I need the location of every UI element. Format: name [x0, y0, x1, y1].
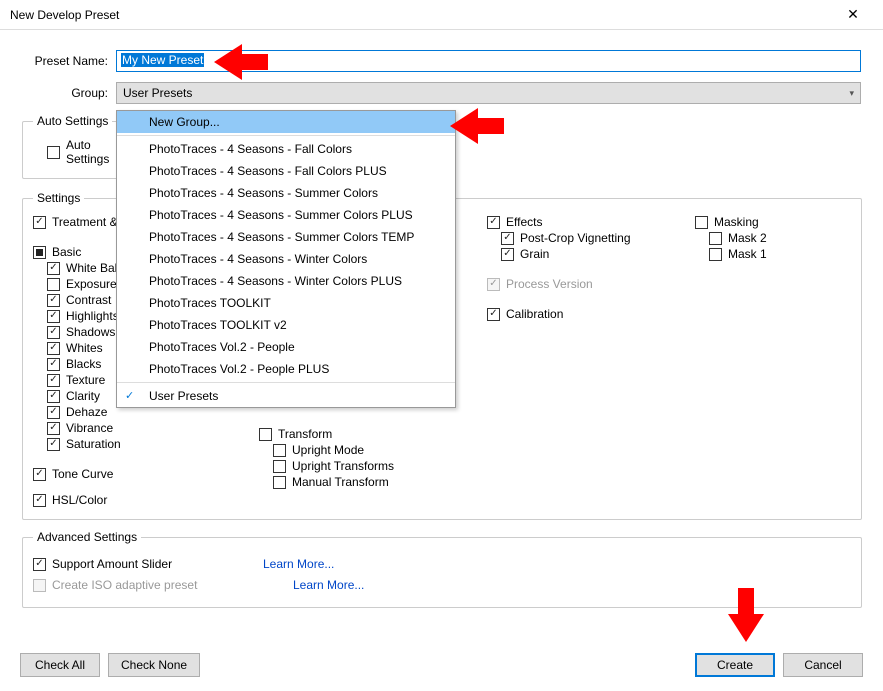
- dropdown-item[interactable]: PhotoTraces - 4 Seasons - Winter Colors: [117, 248, 455, 270]
- hsl-color-checkbox[interactable]: [33, 494, 46, 507]
- dropdown-item[interactable]: PhotoTraces - 4 Seasons - Summer Colors …: [117, 204, 455, 226]
- group-select-value: User Presets: [123, 86, 192, 100]
- basic-checkbox[interactable]: [33, 246, 46, 259]
- calibration-label: Calibration: [506, 307, 563, 321]
- group-select[interactable]: User Presets ▾: [116, 82, 861, 104]
- settings-legend: Settings: [33, 191, 84, 205]
- shadows-checkbox[interactable]: [47, 326, 60, 339]
- clarity-label: Clarity: [66, 389, 100, 403]
- post-crop-vignetting-checkbox[interactable]: [501, 232, 514, 245]
- auto-settings-legend: Auto Settings: [33, 114, 112, 128]
- calibration-checkbox[interactable]: [487, 308, 500, 321]
- grain-checkbox[interactable]: [501, 248, 514, 261]
- create-iso-label: Create ISO adaptive preset: [52, 578, 197, 592]
- dropdown-item[interactable]: PhotoTraces - 4 Seasons - Summer Colors …: [117, 226, 455, 248]
- annotation-arrow-icon: [214, 40, 268, 84]
- texture-label: Texture: [66, 373, 105, 387]
- whites-label: Whites: [66, 341, 103, 355]
- process-version-checkbox: [487, 278, 500, 291]
- whites-checkbox[interactable]: [47, 342, 60, 355]
- footer: Check All Check None Create Cancel: [20, 653, 863, 677]
- dehaze-label: Dehaze: [66, 405, 107, 419]
- check-all-button[interactable]: Check All: [20, 653, 100, 677]
- dropdown-item-new-group[interactable]: New Group...: [117, 111, 455, 133]
- blacks-checkbox[interactable]: [47, 358, 60, 371]
- learn-more-link-2[interactable]: Learn More...: [293, 578, 364, 592]
- upright-mode-label: Upright Mode: [292, 443, 364, 457]
- process-version-label: Process Version: [506, 277, 593, 291]
- mask1-checkbox[interactable]: [709, 248, 722, 261]
- dropdown-item-user-presets[interactable]: ✓ User Presets: [117, 385, 455, 407]
- chevron-down-icon: ▾: [849, 88, 854, 99]
- saturation-checkbox[interactable]: [47, 438, 60, 451]
- dropdown-item[interactable]: PhotoTraces TOOLKIT v2: [117, 314, 455, 336]
- upright-transforms-checkbox[interactable]: [273, 460, 286, 473]
- create-button[interactable]: Create: [695, 653, 775, 677]
- dropdown-item[interactable]: PhotoTraces - 4 Seasons - Winter Colors …: [117, 270, 455, 292]
- create-iso-checkbox: [33, 579, 46, 592]
- tone-curve-label: Tone Curve: [52, 467, 113, 481]
- dropdown-item[interactable]: PhotoTraces TOOLKIT: [117, 292, 455, 314]
- basic-label: Basic: [52, 245, 81, 259]
- effects-checkbox[interactable]: [487, 216, 500, 229]
- group-dropdown: New Group... PhotoTraces - 4 Seasons - F…: [116, 110, 456, 408]
- auto-settings-checkbox[interactable]: [47, 146, 60, 159]
- dehaze-checkbox[interactable]: [47, 406, 60, 419]
- window-title: New Develop Preset: [10, 8, 833, 22]
- group-label: Group:: [22, 86, 116, 100]
- shadows-label: Shadows: [66, 325, 115, 339]
- annotation-arrow-icon: [724, 588, 768, 642]
- preset-name-label: Preset Name:: [22, 54, 116, 68]
- mask2-label: Mask 2: [728, 231, 767, 245]
- mask2-checkbox[interactable]: [709, 232, 722, 245]
- clarity-checkbox[interactable]: [47, 390, 60, 403]
- titlebar: New Develop Preset ✕: [0, 0, 883, 30]
- manual-transform-label: Manual Transform: [292, 475, 389, 489]
- dropdown-item[interactable]: PhotoTraces Vol.2 - People PLUS: [117, 358, 455, 380]
- mask1-label: Mask 1: [728, 247, 767, 261]
- grain-label: Grain: [520, 247, 549, 261]
- exposure-checkbox[interactable]: [47, 278, 60, 291]
- blacks-label: Blacks: [66, 357, 101, 371]
- masking-label: Masking: [714, 215, 759, 229]
- support-amount-slider-label: Support Amount Slider: [52, 557, 172, 571]
- saturation-label: Saturation: [66, 437, 121, 451]
- learn-more-link-1[interactable]: Learn More...: [263, 557, 334, 571]
- vibrance-checkbox[interactable]: [47, 422, 60, 435]
- transform-checkbox[interactable]: [259, 428, 272, 441]
- transform-label: Transform: [278, 427, 332, 441]
- white-balance-checkbox[interactable]: [47, 262, 60, 275]
- annotation-arrow-icon: [450, 104, 504, 148]
- post-crop-vignetting-label: Post-Crop Vignetting: [520, 231, 631, 245]
- preset-name-value: My New Preset: [121, 53, 204, 67]
- tone-curve-checkbox[interactable]: [33, 468, 46, 481]
- manual-transform-checkbox[interactable]: [273, 476, 286, 489]
- dropdown-item[interactable]: PhotoTraces - 4 Seasons - Fall Colors PL…: [117, 160, 455, 182]
- masking-checkbox[interactable]: [695, 216, 708, 229]
- dropdown-separator: [117, 135, 455, 136]
- upright-mode-checkbox[interactable]: [273, 444, 286, 457]
- exposure-label: Exposure: [66, 277, 117, 291]
- contrast-checkbox[interactable]: [47, 294, 60, 307]
- close-button[interactable]: ✕: [833, 0, 873, 30]
- cancel-button[interactable]: Cancel: [783, 653, 863, 677]
- check-icon: ✓: [125, 389, 134, 402]
- treatment-profile-checkbox[interactable]: [33, 216, 46, 229]
- upright-transforms-label: Upright Transforms: [292, 459, 394, 473]
- dropdown-item[interactable]: PhotoTraces Vol.2 - People: [117, 336, 455, 358]
- highlights-label: Highlights: [66, 309, 119, 323]
- contrast-label: Contrast: [66, 293, 111, 307]
- effects-label: Effects: [506, 215, 542, 229]
- dropdown-item-label: User Presets: [149, 389, 218, 403]
- support-amount-slider-checkbox[interactable]: [33, 558, 46, 571]
- texture-checkbox[interactable]: [47, 374, 60, 387]
- advanced-settings-legend: Advanced Settings: [33, 530, 141, 544]
- dropdown-separator: [117, 382, 455, 383]
- highlights-checkbox[interactable]: [47, 310, 60, 323]
- vibrance-label: Vibrance: [66, 421, 113, 435]
- dropdown-item[interactable]: PhotoTraces - 4 Seasons - Fall Colors: [117, 138, 455, 160]
- check-none-button[interactable]: Check None: [108, 653, 200, 677]
- hsl-color-label: HSL/Color: [52, 493, 107, 507]
- dropdown-item[interactable]: PhotoTraces - 4 Seasons - Summer Colors: [117, 182, 455, 204]
